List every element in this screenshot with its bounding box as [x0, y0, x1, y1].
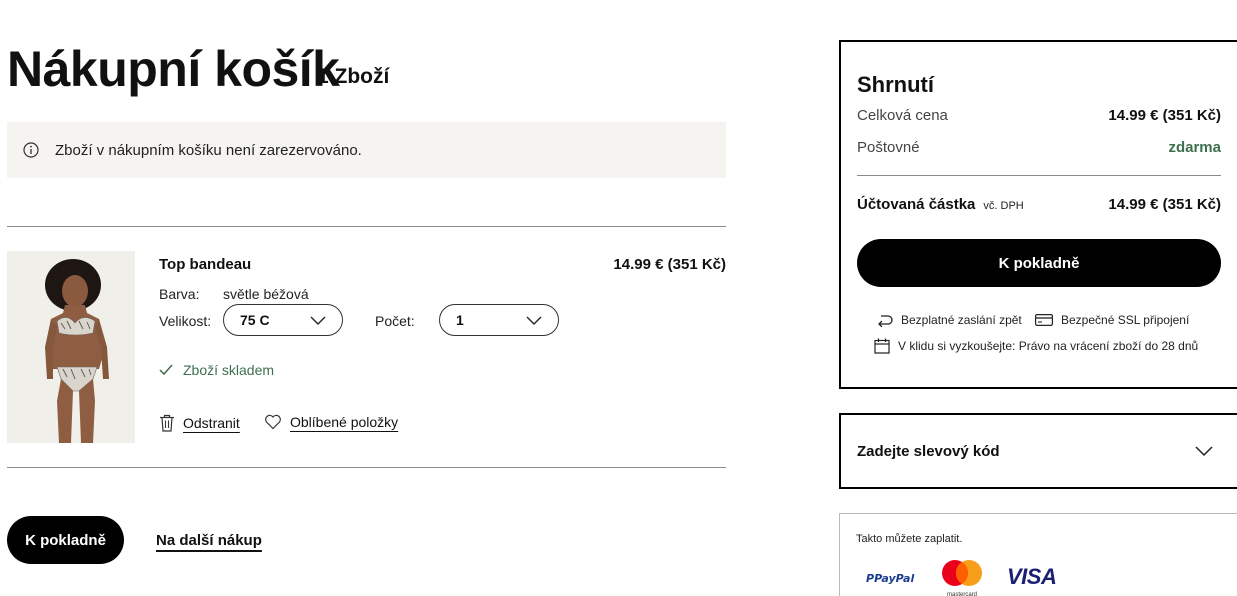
info-icon [23, 142, 39, 158]
chevron-down-icon [310, 316, 326, 325]
check-icon [159, 364, 173, 376]
quantity-select-value: 1 [456, 312, 464, 328]
shipping-row: Poštovné zdarma [857, 139, 1221, 156]
try-info: V klidu si vyzkoušejte: Právo na vrácení… [874, 338, 1198, 354]
stock-text: Zboží skladem [183, 362, 275, 378]
product-image[interactable] [7, 251, 135, 443]
color-label: Barva: [159, 286, 200, 302]
divider-top [7, 226, 726, 227]
chevron-down-icon [1195, 446, 1213, 457]
page-title: Nákupní košík [7, 41, 340, 97]
total-price-value: 14.99 € (351 Kč) [1108, 107, 1221, 124]
trash-icon [160, 414, 174, 432]
vat-note: vč. DPH [983, 200, 1024, 212]
summary-title: Shrnutí [857, 72, 934, 97]
try-text: V klidu si vyzkoušejte: Právo na vrácení… [898, 339, 1199, 353]
ssl-text: Bezpečné SSL připojení [1061, 313, 1190, 327]
product-name[interactable]: Top bandeau [159, 256, 251, 273]
remove-label: Odstranit [183, 415, 240, 431]
payment-methods-label: Takto můžete zaplatit. [856, 533, 963, 545]
charged-amount-value: 14.99 € (351 Kč) [1108, 196, 1221, 213]
paypal-logo: PPayPal [866, 572, 915, 585]
payment-methods: Takto můžete zaplatit. PPayPal mastercar… [839, 513, 1237, 596]
divider-bottom [7, 467, 726, 468]
favorites-label: Oblíbené položky [290, 414, 399, 430]
favorites-button[interactable]: Oblíbené položky [264, 414, 398, 430]
free-return-text: Bezplatné zaslání zpět [901, 313, 1022, 327]
remove-button[interactable]: Odstranit [159, 414, 240, 432]
mastercard-logo: mastercard [940, 558, 984, 596]
discount-code-toggle[interactable]: Zadejte slevový kód [839, 413, 1237, 489]
checkout-button-summary[interactable]: K pokladně [857, 239, 1221, 287]
size-select-value: 75 C [240, 312, 270, 328]
product-price: 14.99 € (351 Kč) [613, 256, 726, 273]
order-summary: Shrnutí Celková cena 14.99 € (351 Kč) Po… [839, 40, 1237, 389]
visa-logo: VISA [1007, 564, 1057, 589]
size-select[interactable]: 75 C [223, 304, 343, 336]
continue-shopping-link[interactable]: Na další nákup [156, 532, 262, 549]
total-price-row: Celková cena 14.99 € (351 Kč) [857, 107, 1221, 124]
shipping-label: Poštovné [857, 139, 920, 156]
cart-item-count: 1 Zboží [317, 65, 390, 88]
summary-divider [857, 175, 1221, 176]
discount-code-label: Zadejte slevový kód [857, 442, 1000, 460]
charged-amount-row: Účtovaná částka vč. DPH 14.99 € (351 Kč) [857, 196, 1221, 213]
charged-amount-label: Účtovaná částka [857, 196, 976, 213]
quantity-select[interactable]: 1 [439, 304, 559, 336]
size-label: Velikost: [159, 313, 212, 329]
checkout-button-bottom[interactable]: K pokladně [7, 516, 124, 564]
notice-text: Zboží v nákupním košíku není zarezervová… [55, 141, 362, 159]
total-price-label: Celková cena [857, 107, 948, 124]
return-arrow-icon [878, 315, 893, 327]
free-return-info: Bezplatné zaslání zpět [877, 313, 1022, 327]
calendar-icon [874, 338, 890, 354]
stock-status: Zboží skladem [159, 362, 274, 378]
heart-icon [265, 414, 281, 430]
shipping-value: zdarma [1168, 139, 1221, 156]
ssl-info: Bezpečné SSL připojení [1035, 313, 1189, 327]
color-value: světle béžová [223, 286, 309, 302]
reservation-notice: Zboží v nákupním košíku není zarezervová… [7, 122, 726, 178]
quantity-label: Počet: [375, 313, 415, 329]
chevron-down-icon [526, 316, 542, 325]
card-icon [1035, 314, 1053, 326]
